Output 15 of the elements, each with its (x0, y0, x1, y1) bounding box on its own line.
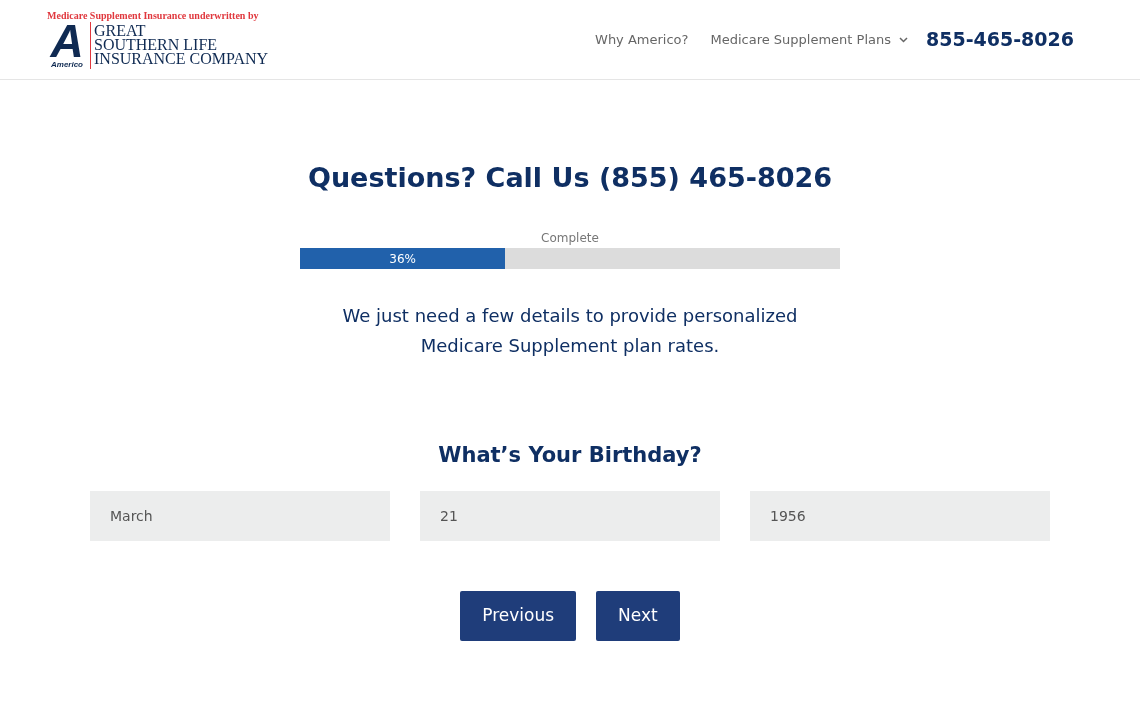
progress-caption: Complete (541, 230, 599, 246)
page-heading: Questions? Call Us (855) 465-8026 (307, 161, 833, 195)
input-field[interactable]: 21 (420, 491, 720, 541)
logo-tagline: Medicare Supplement Insurance underwritten by (47, 10, 260, 22)
intro-text: We just need a few details to provide personalized Medicare Supplement plan rates. (341, 304, 799, 358)
question-heading: What’s Your Birthday? (438, 442, 702, 469)
input-field[interactable]: March (90, 491, 390, 541)
nav-link[interactable]: Why Americo? (595, 29, 689, 50)
company-name: GREAT SOUTHERN LIFE INSURANCE COMPANY (94, 22, 269, 69)
previous-button[interactable]: Previous (460, 591, 577, 641)
nav-link[interactable]: Medicare Supplement Plans (710, 29, 908, 50)
phone-link[interactable]: 855-465-8026 (926, 25, 1074, 54)
input-field[interactable]: 1956 (750, 491, 1050, 541)
next-button[interactable]: Next (596, 591, 680, 641)
progress-percent: 36% (389, 250, 416, 268)
